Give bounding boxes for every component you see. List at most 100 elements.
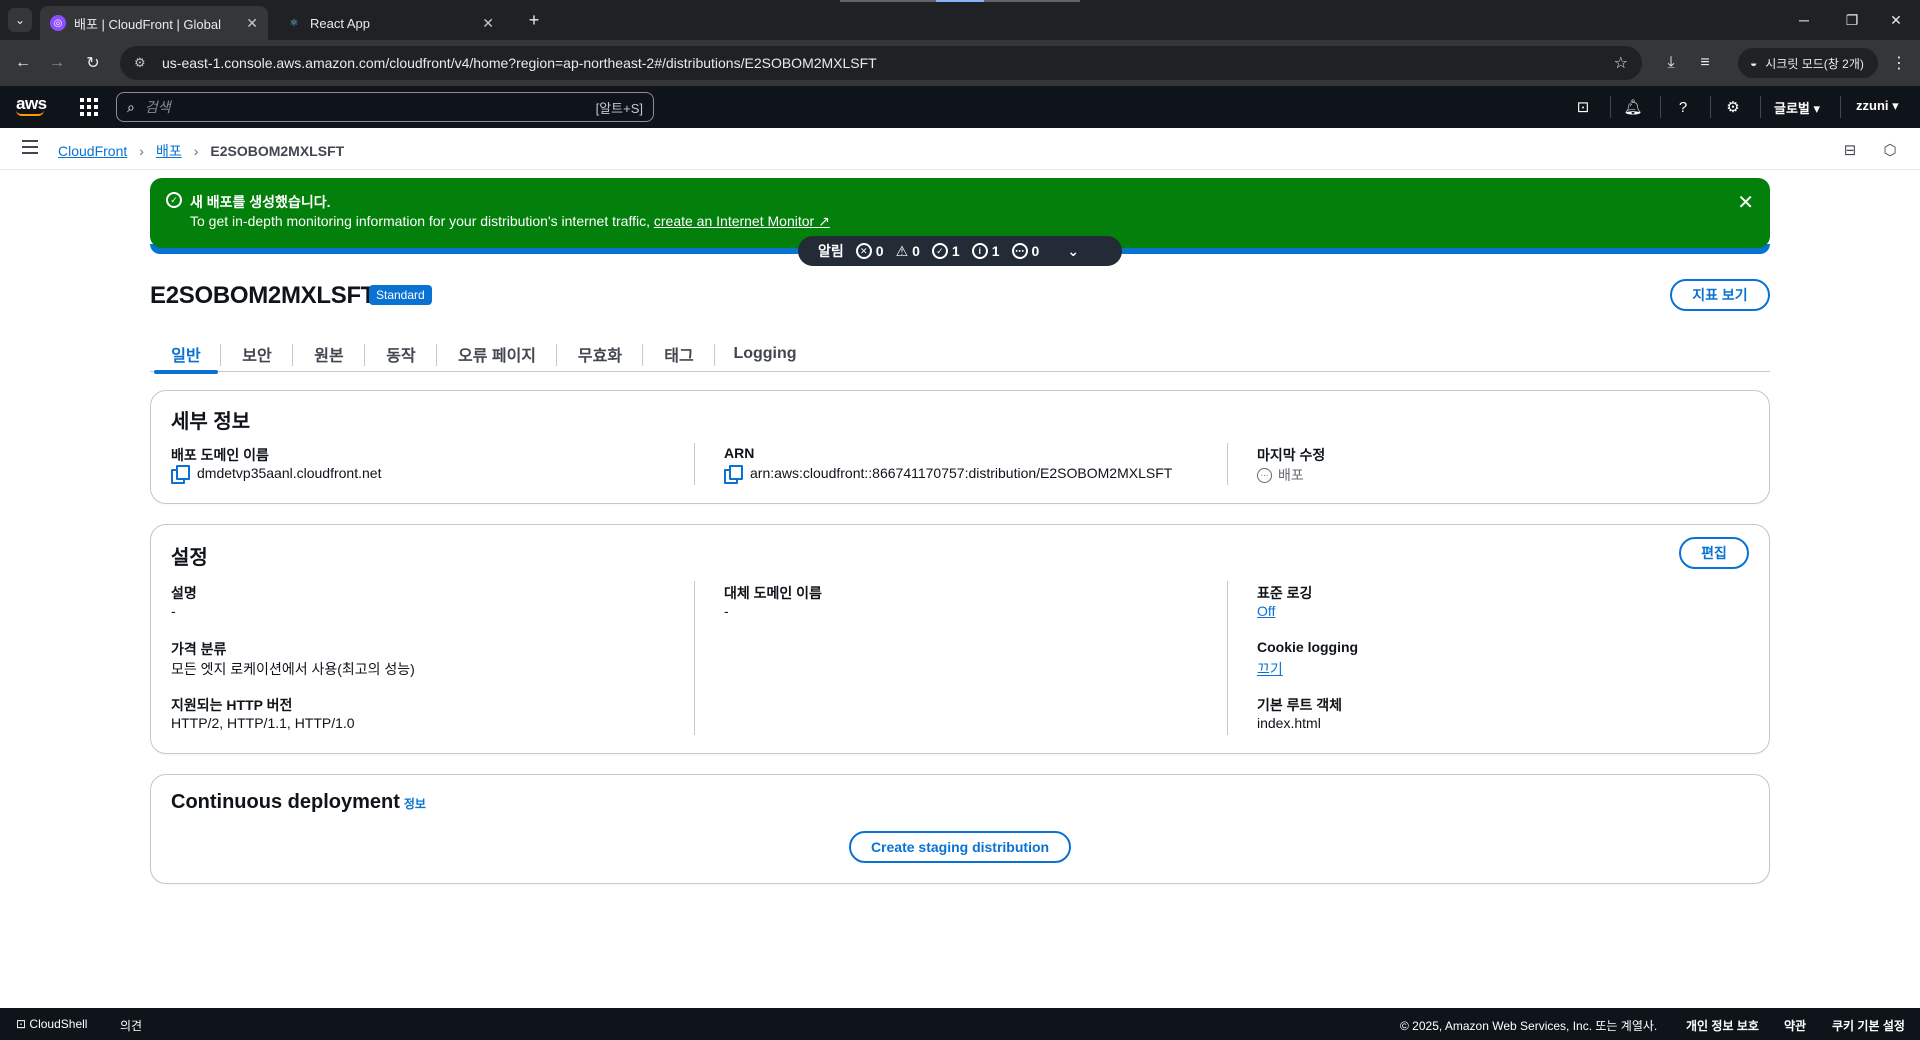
copy-icon[interactable] [724,465,743,484]
last-modified-value: ⋯ 배포 [1257,465,1304,485]
browser-tab-react[interactable]: ⚛ React App ✕ [276,6,504,40]
tab-invalidations[interactable]: 무효화 [558,336,642,372]
alternate-domain-value: - [724,603,729,619]
cookie-logging-link[interactable]: 끄기 [1257,659,1283,679]
split-panel-icon[interactable]: ⊟ [1840,140,1860,160]
notifications-label: 알림 [818,243,844,259]
success-check-icon: ✓ [166,192,182,208]
cloudshell-icon[interactable]: ⊡ [1572,96,1594,118]
description-value: - [171,603,176,619]
breadcrumb-bar: CloudFront › 배포 › E2SOBOM2MXLSFT ⊟ ⬡ [0,128,1920,170]
info-link[interactable]: 정보 [404,797,426,811]
domain-label: 배포 도메인 이름 [171,447,269,463]
alternate-domain-label: 대체 도메인 이름 [724,585,822,601]
forward-icon[interactable]: → [44,50,70,76]
edit-settings-button[interactable]: 편집 [1679,537,1749,569]
download-icon[interactable]: ⤓ [1658,50,1684,76]
tab-security[interactable]: 보안 [222,336,292,372]
flash-close-icon[interactable]: ✕ [1737,190,1754,215]
tab-error-pages[interactable]: 오류 페이지 [438,336,556,372]
tab-general[interactable]: 일반 [154,336,218,374]
create-internet-monitor-link[interactable]: create an Internet Monitor ↗ [654,213,830,229]
browser-toolbar: ← → ↻ ⚙ us-east-1.console.aws.amazon.com… [0,40,1920,86]
http-versions-label: 지원되는 HTTP 버전 [171,697,293,713]
browser-tabbar: ⌄ ◎ 배포 | CloudFront | Global ✕ ⚛ React A… [0,0,1920,40]
notifications-bar[interactable]: 알림 ✕ 0 ⚠ 0 ✓ 1 i1 ⋯ 0 ⌄ [798,236,1122,266]
tab-origins[interactable]: 원본 [294,336,364,372]
default-root-object-label: 기본 루트 객체 [1257,697,1343,713]
create-staging-distribution-button[interactable]: Create staging distribution [849,831,1071,863]
tab-tags[interactable]: 태그 [644,336,714,372]
tab-title: 배포 | CloudFront | Global [74,16,222,32]
description-label: 설명 [171,585,197,601]
restore-icon[interactable]: ❐ [1828,0,1876,40]
site-info-icon[interactable]: ⚙ [134,55,150,71]
standard-logging-link[interactable]: Off [1257,603,1275,619]
account-menu[interactable]: zzuni ▾ [1856,98,1899,114]
window-close-icon[interactable]: ✕ [1872,0,1920,40]
close-tab-icon[interactable]: ✕ [482,15,494,32]
tools-panel-icon[interactable]: ⬡ [1880,140,1900,160]
view-metrics-button[interactable]: 지표 보기 [1670,279,1770,311]
chevron-right-icon: › [193,143,199,159]
new-tab-icon[interactable]: + [522,8,546,32]
incognito-label: 시크릿 모드(창 2개) [1765,56,1864,71]
settings-heading: 설정 [171,547,208,569]
incognito-indicator[interactable]: ◒ 시크릿 모드(창 2개) [1738,48,1878,78]
console-footer: ⊡ CloudShell 의견 © 2025, Amazon Web Servi… [0,1008,1920,1040]
continuous-deployment-heading: Continuous deployment 정보 [171,791,426,813]
back-icon[interactable]: ← [10,50,36,76]
search-icon: ⌕ [127,98,135,115]
media-queue-icon[interactable]: ≡ [1692,50,1718,76]
aws-logo[interactable]: aws [16,94,47,116]
notifications-bell-icon[interactable]: 🔔︎ [1622,96,1644,118]
tab-behaviors[interactable]: 동작 [366,336,436,372]
region-selector[interactable]: 글로벌 ▾ [1774,98,1820,117]
page-title: E2SOBOM2MXLSFT [150,282,376,309]
price-class-label: 가격 분류 [171,641,227,657]
copyright-text: © 2025, Amazon Web Services, Inc. 또는 계열사… [1400,1019,1658,1033]
breadcrumb: CloudFront › 배포 › E2SOBOM2MXLSFT [58,141,344,161]
warning-icon: ⚠ [895,242,909,259]
standard-badge: Standard [369,285,432,305]
detail-tabs: 일반 보안 원본 동작 오류 페이지 무효화 태그 Logging [150,336,1770,374]
minimize-icon[interactable]: ─ [1780,0,1828,40]
cookie-logging-value: 끄기 [1257,659,1283,679]
terms-link[interactable]: 약관 [1784,1017,1806,1034]
feedback-link[interactable]: 의견 [120,1017,142,1034]
services-grid-icon[interactable] [80,98,98,116]
address-bar[interactable]: ⚙ us-east-1.console.aws.amazon.com/cloud… [120,46,1642,80]
aws-top-nav: aws ⌕ [알트+S] ⊡ 🔔︎ ? ⚙ 글로벌 ▾ zzuni ▾ [0,86,1920,128]
privacy-link[interactable]: 개인 정보 보호 [1686,1017,1759,1034]
tab-logging[interactable]: Logging [716,336,814,372]
info-count: i1 [971,243,1000,259]
menu-hamburger-icon[interactable] [22,140,38,154]
chevron-down-icon[interactable]: ⌄ [1067,243,1079,260]
search-input[interactable] [144,99,596,115]
breadcrumb-cloudfront[interactable]: CloudFront [58,143,127,159]
react-favicon-icon: ⚛ [289,17,299,29]
arn-label: ARN [724,445,755,461]
tab-search-icon[interactable]: ⌄ [8,8,32,32]
breadcrumb-current: E2SOBOM2MXLSFT [210,143,345,159]
flash-title: 새 배포를 생성했습니다. [190,194,331,210]
success-count: ✓ 1 [931,243,960,259]
settings-gear-icon[interactable]: ⚙ [1722,96,1744,118]
breadcrumb-distributions[interactable]: 배포 [156,141,182,161]
cloudshell-footer-link[interactable]: ⊡ CloudShell [16,1017,87,1031]
info-icon: i [971,243,988,259]
standard-logging-value: Off [1257,603,1275,619]
in-progress-icon: ⋯ [1257,467,1272,483]
browser-tab-cloudfront[interactable]: ◎ 배포 | CloudFront | Global ✕ [40,6,268,40]
cloudfront-favicon-icon: ◎ [50,15,66,31]
error-icon: ✕ [855,243,872,259]
help-icon[interactable]: ? [1672,96,1694,118]
success-icon: ✓ [931,243,948,259]
cookie-preferences-link[interactable]: 쿠키 기본 설정 [1832,1017,1905,1034]
copy-icon[interactable] [171,465,190,484]
bookmark-star-icon[interactable]: ☆ [1614,53,1628,73]
reload-icon[interactable]: ↻ [80,50,106,76]
browser-menu-icon[interactable]: ⋮ [1886,50,1912,76]
close-tab-icon[interactable]: ✕ [246,15,258,32]
loading-indicator [840,0,1080,2]
